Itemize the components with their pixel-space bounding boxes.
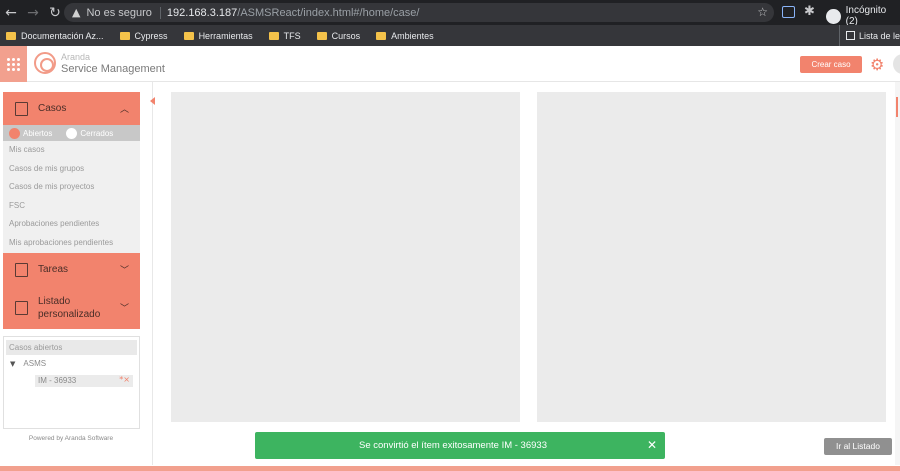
reading-list[interactable]: Lista de le: [838, 25, 900, 46]
close-icon[interactable]: ✕: [647, 432, 657, 459]
reading-list-icon: [845, 31, 855, 40]
aranda-logo-icon: [34, 52, 56, 74]
tree-node[interactable]: ▼ ASMS: [10, 359, 46, 368]
content-panel-left: [171, 92, 520, 422]
app-header: Aranda Service Management Crear caso ⚙: [0, 46, 900, 82]
case-status-filter: Abiertos Cerrados: [3, 125, 140, 141]
submenu-item[interactable]: Casos de mis grupos: [3, 160, 140, 179]
caret-down-icon: ▼: [10, 359, 16, 368]
toast-message: Se convirtió el ítem exitosamente IM - 3…: [359, 440, 547, 451]
incognito-label: Incógnito (2): [845, 5, 887, 27]
bookmark-item[interactable]: Ambientes: [376, 31, 434, 41]
chevron-down-icon: ﹀: [119, 266, 129, 276]
submenu-item[interactable]: FSC: [3, 197, 140, 216]
edit-document-icon: [15, 101, 28, 116]
open-cases-title: Casos abiertos: [6, 340, 137, 355]
bookmark-item[interactable]: Cypress: [119, 31, 168, 41]
case-submenu: Mis casos Casos de mis grupos Casos de m…: [3, 141, 140, 253]
brand-title: Service Management: [61, 63, 165, 75]
bookmarks-bar: Documentación Az... Cypress Herramientas…: [0, 25, 900, 46]
incognito-icon: [826, 8, 841, 24]
sidebar-section-tareas[interactable]: Tareas ﹀: [3, 253, 140, 286]
bookmark-item[interactable]: Herramientas: [183, 31, 253, 41]
close-icon[interactable]: *×: [119, 375, 130, 384]
brand-sub: Aranda: [61, 52, 91, 62]
url-host: 192.168.3.187: [166, 6, 238, 19]
bookmark-item[interactable]: Cursos: [316, 31, 360, 41]
open-cases-panel: Casos abiertos ▼ ASMS IM - 36933 *×: [3, 336, 140, 429]
folder-icon: [268, 31, 279, 40]
sidebar-section-listado[interactable]: Listado personalizado ﹀: [3, 286, 140, 329]
chevron-up-icon: ︿: [119, 105, 129, 115]
content-panel-right: [537, 92, 886, 422]
submenu-item[interactable]: Mis aprobaciones pendientes: [3, 234, 140, 253]
folder-icon: [316, 31, 327, 40]
avatar[interactable]: [893, 54, 900, 74]
folder-icon: [376, 31, 387, 40]
radio-open[interactable]: [9, 127, 20, 139]
forward-icon[interactable]: →: [22, 5, 44, 21]
powered-by: Powered by Aranda Software: [28, 435, 114, 442]
back-icon[interactable]: ←: [0, 5, 22, 21]
bookmark-item[interactable]: Documentación Az...: [6, 31, 104, 41]
clipboard-icon: [15, 262, 28, 277]
submenu-item[interactable]: Casos de mis proyectos: [3, 178, 140, 197]
folder-icon: [6, 31, 16, 40]
footer-bar: [0, 466, 900, 471]
url-path: /ASMSReact/index.html#/home/case/: [237, 6, 420, 19]
bookmark-star-icon[interactable]: ☆: [757, 5, 768, 19]
browser-toolbar: ← → ↻ ▲ No es seguro 192.168.3.187/ASMSR…: [0, 0, 900, 27]
create-case-button[interactable]: Crear caso: [800, 56, 862, 73]
folder-icon: [119, 31, 130, 40]
scrollbar[interactable]: [895, 82, 900, 465]
bookmark-item[interactable]: TFS: [268, 31, 301, 41]
sidebar: Casos ︿ Abiertos Cerrados Mis casos Caso…: [0, 82, 153, 465]
extension-icon[interactable]: [782, 6, 795, 18]
sidebar-section-casos[interactable]: Casos ︿: [3, 92, 140, 125]
gear-icon[interactable]: ⚙: [870, 55, 884, 74]
reload-icon[interactable]: ↻: [44, 5, 66, 21]
open-case-item[interactable]: IM - 36933 *×: [35, 375, 133, 387]
go-to-list-button[interactable]: Ir al Listado: [824, 438, 892, 455]
submenu-item[interactable]: Mis casos: [3, 141, 140, 160]
apps-grid-icon[interactable]: [0, 46, 27, 82]
address-bar[interactable]: ▲ No es seguro 192.168.3.187/ASMSReact/i…: [64, 3, 774, 22]
submenu-item[interactable]: Aprobaciones pendientes: [3, 215, 140, 234]
puzzle-icon[interactable]: ✱: [804, 4, 815, 19]
collapse-sidebar-icon[interactable]: [150, 97, 155, 105]
chevron-down-icon: ﹀: [119, 304, 129, 314]
success-toast: Se convirtió el ítem exitosamente IM - 3…: [255, 432, 665, 459]
incognito-profile[interactable]: Incógnito (2): [826, 5, 900, 27]
security-label: No es seguro: [86, 6, 161, 19]
list-edit-icon: [15, 300, 28, 315]
folder-icon: [183, 31, 194, 40]
warning-icon: ▲: [72, 6, 81, 19]
radio-closed[interactable]: [66, 127, 78, 139]
